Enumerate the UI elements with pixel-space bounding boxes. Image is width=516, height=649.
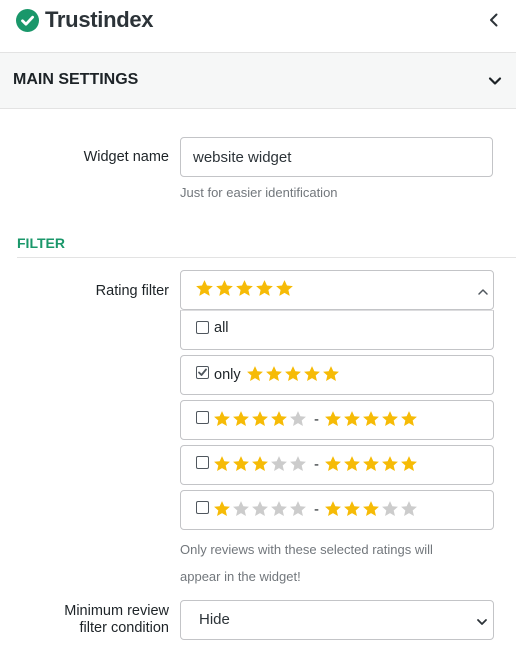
star-filled-icon — [325, 456, 341, 472]
selected-rating-stars — [195, 279, 295, 298]
rating-stars-to — [324, 410, 419, 428]
star-empty-icon — [271, 501, 287, 517]
brand-logo-text: Trustindex — [45, 7, 154, 32]
chevron-down-icon — [486, 72, 504, 90]
star-filled-icon — [325, 501, 341, 517]
rating-filter-hint-line2: appear in the widget! — [180, 569, 301, 584]
star-filled-icon — [252, 411, 268, 427]
chevron-down-icon — [476, 615, 488, 633]
rating-filter-hint-line1: Only reviews with these selected ratings… — [180, 542, 433, 557]
check-icon — [16, 9, 39, 32]
widget-name-hint: Just for easier identification — [180, 185, 338, 200]
min-review-label-line2: filter condition — [79, 620, 169, 636]
rating-option-1-to-3[interactable]: - — [180, 490, 494, 530]
star-filled-icon — [401, 411, 417, 427]
widget-name-input[interactable] — [180, 137, 493, 177]
filter-section-title: FILTER — [17, 235, 65, 251]
rating-checkbox[interactable] — [196, 501, 209, 514]
star-filled-icon — [323, 366, 339, 382]
min-review-label-line1: Minimum review — [64, 603, 169, 619]
chevron-left-icon[interactable] — [484, 10, 504, 32]
rating-option-4-to-5[interactable]: - — [180, 400, 494, 440]
star-filled-icon — [196, 280, 213, 296]
star-filled-icon — [247, 366, 263, 382]
star-empty-icon — [271, 456, 287, 472]
min-review-value: Hide — [199, 611, 230, 628]
range-dash: - — [314, 411, 319, 428]
chevron-up-icon — [477, 285, 489, 303]
rating-filter-label: Rating filter — [95, 283, 169, 299]
star-filled-icon — [325, 411, 341, 427]
rating-checkbox-checked[interactable] — [196, 366, 209, 379]
star-empty-icon — [233, 501, 249, 517]
rating-stars — [246, 365, 341, 383]
star-filled-icon — [236, 280, 253, 296]
rating-stars-to — [324, 500, 419, 518]
rating-stars-to — [324, 455, 419, 473]
rating-checkbox[interactable] — [196, 411, 209, 424]
star-filled-icon — [344, 411, 360, 427]
star-filled-icon — [233, 456, 249, 472]
star-filled-icon — [344, 501, 360, 517]
star-empty-icon — [252, 501, 268, 517]
star-empty-icon — [401, 501, 417, 517]
plugin-header: Trustindex — [0, 0, 516, 53]
star-filled-icon — [214, 501, 230, 517]
rating-option-all[interactable]: all — [180, 310, 494, 350]
rating-stars-from — [213, 455, 308, 473]
min-review-select[interactable]: Hide — [180, 600, 494, 640]
star-filled-icon — [382, 411, 398, 427]
star-filled-icon — [233, 411, 249, 427]
rating-checkbox[interactable] — [196, 321, 209, 334]
star-filled-icon — [214, 411, 230, 427]
option-label: only — [214, 367, 241, 383]
min-review-label: Minimum review filter condition — [30, 603, 169, 637]
rating-checkbox[interactable] — [196, 456, 209, 469]
star-filled-icon — [276, 280, 293, 296]
star-empty-icon — [382, 501, 398, 517]
star-filled-icon — [363, 456, 379, 472]
star-filled-icon — [304, 366, 320, 382]
star-empty-icon — [290, 501, 306, 517]
option-label: all — [214, 320, 229, 336]
star-filled-icon — [271, 411, 287, 427]
widget-name-label: Widget name — [83, 149, 169, 165]
rating-option-3-to-5[interactable]: - — [180, 445, 494, 485]
star-filled-icon — [252, 456, 268, 472]
filter-divider — [17, 257, 516, 258]
range-dash: - — [314, 456, 319, 473]
star-filled-icon — [285, 366, 301, 382]
star-empty-icon — [290, 411, 306, 427]
star-filled-icon — [363, 501, 379, 517]
rating-filter-select[interactable] — [180, 270, 494, 310]
rating-stars-from — [213, 500, 308, 518]
section-title: MAIN SETTINGS — [13, 71, 139, 88]
star-filled-icon — [266, 366, 282, 382]
star-filled-icon — [382, 456, 398, 472]
star-filled-icon — [344, 456, 360, 472]
range-dash: - — [314, 501, 319, 518]
star-filled-icon — [256, 280, 273, 296]
star-filled-icon — [214, 456, 230, 472]
star-empty-icon — [290, 456, 306, 472]
rating-option-only-5[interactable]: only — [180, 355, 494, 395]
star-filled-icon — [216, 280, 233, 296]
rating-stars-from — [213, 410, 308, 428]
star-filled-icon — [401, 456, 417, 472]
main-settings-toggle[interactable]: MAIN SETTINGS — [0, 53, 516, 109]
star-filled-icon — [363, 411, 379, 427]
